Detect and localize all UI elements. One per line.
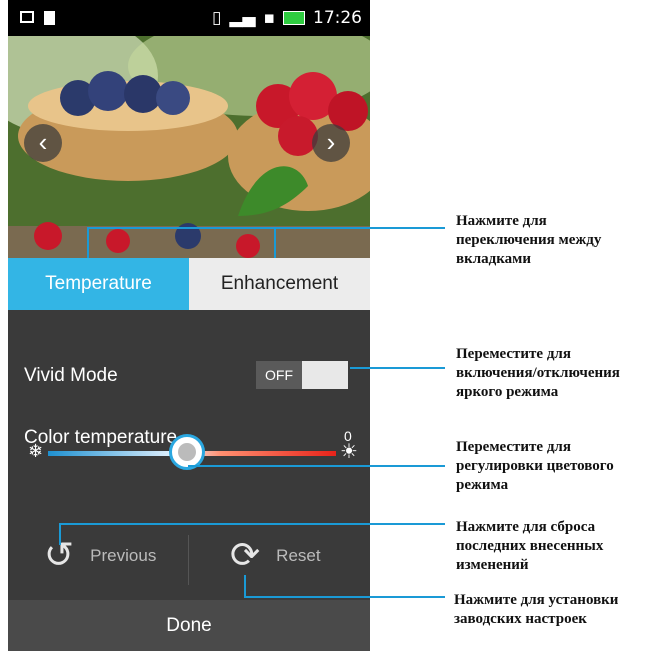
settings-panel: Vivid Mode OFF Color temperature 0 ❄ ☀ ↺… xyxy=(8,310,370,600)
slider-thumb-dot xyxy=(178,443,196,461)
previous-image-button[interactable]: ‹ xyxy=(24,124,62,162)
status-time: 17:26 xyxy=(313,8,362,28)
vivid-mode-toggle[interactable]: OFF xyxy=(256,361,348,389)
battery-icon xyxy=(283,11,305,25)
status-bar: ▯ ▂▄ ▪ 17:26 xyxy=(8,0,370,36)
previous-label: Previous xyxy=(90,545,157,565)
next-image-button[interactable]: › xyxy=(312,124,350,162)
callout-reset: Нажмите для установки заводских настроек xyxy=(454,592,619,627)
file-icon xyxy=(44,11,55,25)
color-temperature-slider[interactable]: ❄ ☀ xyxy=(28,434,358,470)
tab-bar: Temperature Enhancement xyxy=(8,258,370,310)
tab-enhancement[interactable]: Enhancement xyxy=(189,258,370,310)
callout-vivid-mode: Переместите для включения/отключения ярк… xyxy=(456,346,620,400)
tab-temperature[interactable]: Temperature xyxy=(8,258,189,310)
controls-divider xyxy=(188,535,189,585)
vivid-mode-label: Vivid Mode xyxy=(24,365,118,386)
sun-icon: ☀ xyxy=(340,441,358,463)
undo-icon: ↺ xyxy=(44,535,75,576)
previous-button[interactable]: ↺ Previous xyxy=(44,535,156,576)
toggle-state-label: OFF xyxy=(256,361,302,389)
vibrate-icon: ▯ xyxy=(211,8,222,28)
signal-icon: ▂▄ xyxy=(229,8,256,28)
refresh-icon: ⟳ xyxy=(230,535,261,576)
slider-thumb[interactable] xyxy=(169,434,205,470)
preview-photo: ‹ › xyxy=(8,36,370,258)
reset-button[interactable]: ⟳ Reset xyxy=(230,535,321,576)
snowflake-icon: ❄ xyxy=(28,441,44,461)
callout-slider: Переместите для регулировки цветового ре… xyxy=(456,439,614,493)
phone-screen: ▯ ▂▄ ▪ 17:26 ‹ › Temperature Enhancement… xyxy=(8,0,370,651)
callout-tabs: Нажмите для переключения между вкладками xyxy=(456,213,602,267)
done-button[interactable]: Done xyxy=(8,600,370,651)
sd-card-icon: ▪ xyxy=(263,8,275,28)
screen-icon xyxy=(20,11,34,23)
callout-previous: Нажмите для сброса последних внесенных и… xyxy=(456,519,604,573)
reset-label: Reset xyxy=(276,545,321,565)
